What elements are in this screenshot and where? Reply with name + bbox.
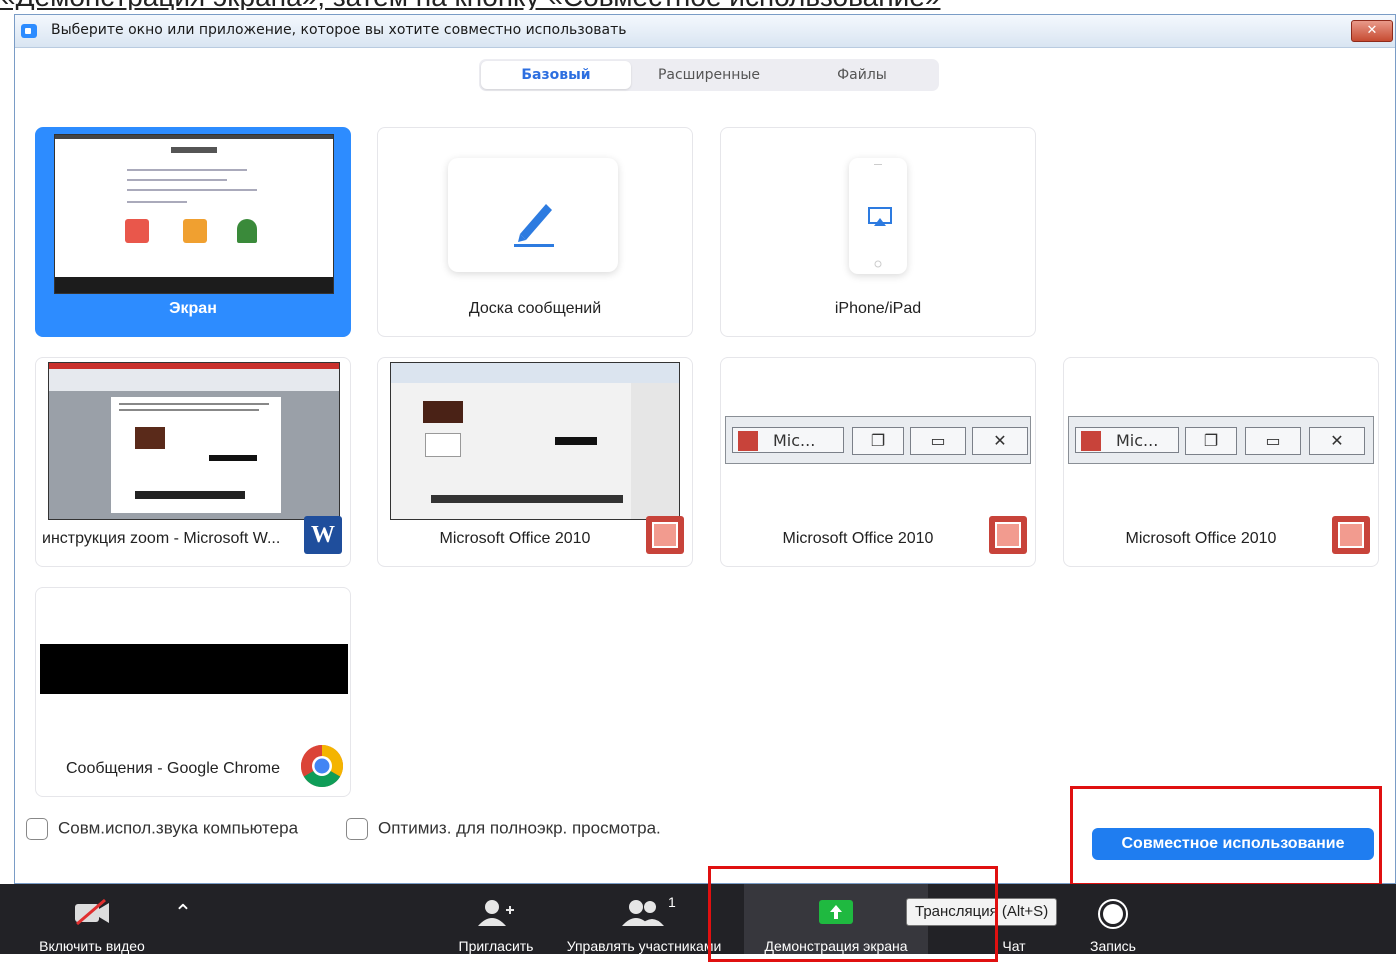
powerpoint-icon: [1332, 516, 1370, 554]
start-video-label: Включить видео: [39, 938, 145, 954]
card-powerpoint-window-3[interactable]: Mic... ❐ ▭ ✕ Microsoft Office 2010: [1063, 357, 1379, 567]
card-iphone-ipad[interactable]: iPhone/iPad: [720, 127, 1036, 337]
phone-preview: [849, 158, 907, 274]
card-word-window[interactable]: инструкция zoom - Microsoft W... W: [35, 357, 351, 567]
invite-button[interactable]: Пригласить: [448, 884, 544, 954]
airplay-icon: [868, 164, 892, 268]
pencil-icon: [514, 204, 554, 247]
powerpoint-thumbnail: [390, 362, 680, 520]
window-title: Выберите окно или приложение, которое вы…: [51, 22, 627, 38]
user-icon: [237, 219, 257, 243]
video-off-icon: [75, 898, 109, 926]
card-label: iPhone/iPad: [834, 300, 922, 317]
add-user-icon: [478, 900, 514, 926]
minimized-window-bar: Mic... ❐ ▭ ✕: [725, 416, 1031, 464]
powerpoint-icon: [989, 516, 1027, 554]
zoom-app-icon: [21, 24, 37, 38]
restore-icon: ❐: [1185, 427, 1237, 455]
record-icon: [1098, 899, 1128, 929]
start-video-button[interactable]: Включить видео: [22, 884, 162, 954]
powerpoint-icon: [1081, 431, 1101, 451]
optimize-option[interactable]: Оптимиз. для полноэкр. просмотра.: [346, 818, 661, 840]
maximize-icon: ▭: [1245, 427, 1301, 455]
card-label: Microsoft Office 2010: [782, 530, 934, 547]
share-dialog: Выберите окно или приложение, которое вы…: [14, 14, 1396, 884]
record-label: Запись: [1090, 938, 1136, 954]
share-audio-checkbox[interactable]: [26, 818, 48, 840]
card-label: Сообщения - Google Chrome: [66, 760, 280, 777]
restore-icon: ❐: [852, 427, 904, 455]
share-tabs: Базовый Расширенные Файлы: [479, 59, 939, 91]
screen-share-icon: [125, 219, 149, 243]
word-thumbnail: [48, 362, 340, 520]
powerpoint-icon: [646, 516, 684, 554]
optimize-label: Оптимиз. для полноэкр. просмотра.: [378, 818, 661, 838]
meeting-toolbar: Включить видео ⌃ Пригласить 1 Управлять …: [0, 884, 1396, 954]
minimized-window-bar: Mic... ❐ ▭ ✕: [1068, 416, 1374, 464]
whiteboard-preview: [448, 158, 618, 272]
share-audio-label: Совм.испол.звука компьютера: [58, 818, 299, 838]
maximize-icon: ▭: [910, 427, 966, 455]
chrome-icon: [300, 745, 344, 788]
tab-files[interactable]: Файлы: [787, 61, 937, 89]
card-label: инструкция zoom - Microsoft W...: [42, 530, 281, 547]
tab-basic[interactable]: Базовый: [481, 61, 631, 89]
card-label: Доска сообщений: [468, 300, 602, 317]
close-button[interactable]: ✕: [1351, 20, 1393, 42]
folder-icon: [183, 219, 207, 243]
card-whiteboard[interactable]: Доска сообщений: [377, 127, 693, 337]
powerpoint-icon: [738, 431, 758, 451]
highlight-share-screen: [708, 866, 998, 962]
video-options-button[interactable]: ⌃: [166, 884, 200, 954]
card-label: Экран: [169, 300, 217, 317]
card-label: Microsoft Office 2010: [1125, 530, 1277, 547]
share-audio-option[interactable]: Совм.испол.звука компьютера: [26, 818, 298, 840]
card-powerpoint-window-2[interactable]: Mic... ❐ ▭ ✕ Microsoft Office 2010: [720, 357, 1036, 567]
instruction-caption: «Демонстрация экрана», затем на кнопку «…: [0, 0, 1396, 10]
participants-count: 1: [668, 894, 676, 910]
invite-label: Пригласить: [458, 938, 534, 954]
record-button[interactable]: Запись: [1078, 884, 1148, 954]
card-chrome-window[interactable]: Сообщения - Google Chrome: [35, 587, 351, 797]
screen-thumbnail: [54, 134, 334, 294]
card-screen[interactable]: Экран: [35, 127, 351, 337]
card-powerpoint-window-1[interactable]: Microsoft Office 2010: [377, 357, 693, 567]
chevron-up-icon: ⌃: [173, 900, 193, 925]
chrome-thumbnail: [40, 644, 348, 694]
close-icon: ✕: [1309, 427, 1365, 455]
optimize-checkbox[interactable]: [346, 818, 368, 840]
participants-icon: [622, 900, 664, 926]
title-bar: Выберите окно или приложение, которое вы…: [15, 15, 1395, 48]
word-icon: W: [304, 516, 342, 554]
highlight-share-button: [1070, 786, 1382, 886]
tab-advanced[interactable]: Расширенные: [634, 61, 784, 89]
close-icon: ✕: [972, 427, 1028, 455]
card-label: Microsoft Office 2010: [439, 530, 591, 547]
